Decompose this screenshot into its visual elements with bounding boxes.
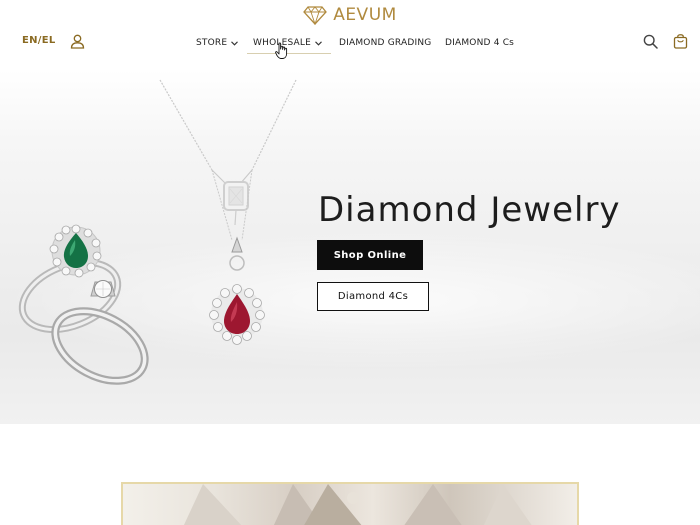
diamond-logo-icon: [303, 6, 328, 25]
hero-jewelry-image: [18, 79, 297, 385]
nav-item-diamond-4cs[interactable]: DIAMOND 4 Cs: [445, 35, 514, 51]
nav-item-label: STORE: [196, 38, 228, 48]
diamond-solitaire-ring: [51, 280, 149, 385]
nav-item-label: DIAMOND GRADING: [339, 38, 432, 48]
chevron-down-icon: [231, 40, 239, 46]
diamond-4cs-button[interactable]: Diamond 4Cs: [317, 282, 429, 311]
promo-image-frame: [121, 482, 579, 525]
brand-name: AEVUM: [333, 5, 397, 25]
nav-item-diamond-grading[interactable]: DIAMOND GRADING: [339, 35, 431, 51]
hand-pointer-cursor-icon: [275, 42, 288, 59]
brand-logo[interactable]: AEVUM: [0, 4, 700, 26]
hero-title: Diamond Jewelry: [318, 189, 621, 230]
hero-banner: Diamond Jewelry Shop Online Diamond 4Cs: [0, 70, 700, 424]
promo-image-strip: [183, 484, 532, 525]
nav-item-label: DIAMOND 4 Cs: [445, 38, 515, 48]
shopping-bag-icon[interactable]: [673, 33, 688, 49]
main-navigation: STORE WHOLESALE DIAMOND GRADING DIAMOND …: [0, 35, 700, 51]
nav-hover-underline: [247, 53, 331, 54]
chevron-down-icon: [315, 40, 322, 46]
shop-online-button[interactable]: Shop Online: [317, 240, 423, 270]
nav-item-store[interactable]: STORE: [196, 35, 239, 51]
search-icon[interactable]: [643, 34, 658, 49]
diamond-pendant-necklace: [159, 79, 297, 226]
